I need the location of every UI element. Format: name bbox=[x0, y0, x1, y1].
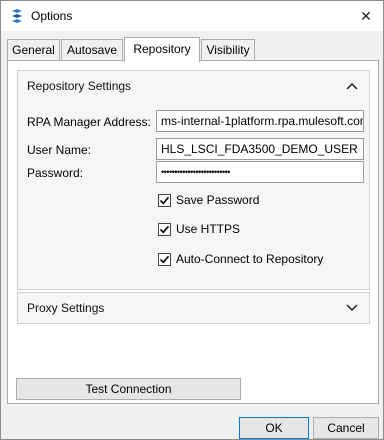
repository-settings-group: Repository Settings RPA Manager Address:… bbox=[17, 70, 370, 290]
auto-connect-label: Auto-Connect to Repository bbox=[176, 252, 324, 266]
save-password-label: Save Password bbox=[176, 193, 260, 207]
use-https-label: Use HTTPS bbox=[176, 222, 241, 236]
check-icon bbox=[159, 196, 170, 205]
proxy-settings-group: Proxy Settings bbox=[17, 292, 370, 324]
check-icon bbox=[159, 255, 170, 264]
test-connection-button[interactable]: Test Connection bbox=[16, 378, 241, 400]
use-https-checkbox[interactable] bbox=[158, 223, 171, 236]
tab-autosave[interactable]: Autosave bbox=[61, 39, 123, 61]
auto-connect-checkbox[interactable] bbox=[158, 253, 171, 266]
close-button[interactable]: ✕ bbox=[355, 5, 377, 27]
window-title: Options bbox=[31, 9, 73, 23]
options-app-icon bbox=[12, 9, 22, 23]
tab-general[interactable]: General bbox=[7, 39, 60, 61]
title-bar: Options ✕ bbox=[1, 1, 383, 31]
ok-button[interactable]: OK bbox=[239, 417, 309, 439]
password-input[interactable]: •••••••••••••••••••••••••• bbox=[156, 161, 364, 183]
options-dialog: Options ✕ General Autosave Repository Vi… bbox=[0, 0, 384, 440]
repository-settings-header[interactable]: Repository Settings bbox=[18, 71, 369, 101]
password-label: Password: bbox=[27, 166, 84, 180]
repository-tab-panel: Repository Settings RPA Manager Address:… bbox=[7, 60, 379, 404]
rpa-manager-address-label: RPA Manager Address: bbox=[27, 115, 151, 129]
user-name-input[interactable]: HLS_LSCI_FDA3500_DEMO_USER bbox=[156, 138, 364, 160]
repository-settings-title: Repository Settings bbox=[27, 79, 132, 93]
tab-repository[interactable]: Repository bbox=[124, 37, 200, 62]
rpa-manager-address-input[interactable]: ms-internal-1platform.rpa.mulesoft.com bbox=[156, 110, 364, 132]
check-icon bbox=[159, 225, 170, 234]
proxy-settings-title: Proxy Settings bbox=[27, 301, 105, 315]
chevron-up-icon[interactable] bbox=[344, 71, 360, 101]
proxy-settings-header[interactable]: Proxy Settings bbox=[18, 293, 369, 323]
save-password-checkbox[interactable] bbox=[158, 194, 171, 207]
chevron-down-icon[interactable] bbox=[344, 293, 360, 323]
cancel-button[interactable]: Cancel bbox=[313, 417, 379, 439]
user-name-label: User Name: bbox=[27, 143, 92, 157]
tab-visibility[interactable]: Visibility bbox=[201, 39, 255, 61]
